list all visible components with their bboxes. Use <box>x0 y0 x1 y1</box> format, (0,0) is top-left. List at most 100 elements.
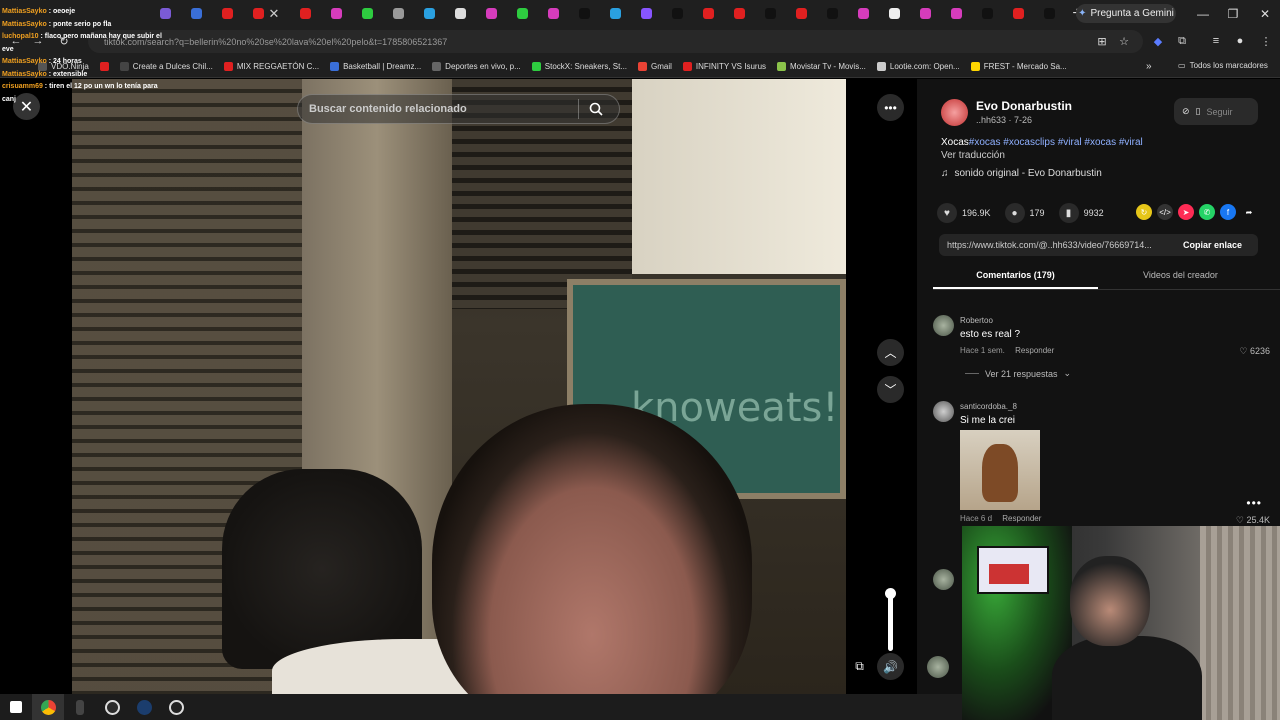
extension-shield-icon[interactable]: ◆ <box>1150 33 1166 49</box>
next-video-icon[interactable]: ﹀ <box>877 376 904 403</box>
all-bookmarks-button[interactable]: ▭ Todos los marcadores <box>1178 61 1268 70</box>
floating-player-icon[interactable]: ⧉ <box>846 653 873 680</box>
bookmark-item[interactable]: Gmail <box>638 62 672 71</box>
bookmark-item[interactable]: StockX: Sneakers, St... <box>531 62 627 71</box>
bookmark-item[interactable]: MIX REGGAETÓN C... <box>223 62 319 71</box>
bookmark-item[interactable]: Movistar Tv - Movis... <box>777 62 866 71</box>
volume-slider[interactable] <box>888 591 893 651</box>
related-search-input[interactable] <box>298 103 578 115</box>
reply-button[interactable]: Responder <box>1002 514 1041 523</box>
comment-username[interactable]: santicordoba._8 <box>960 402 1017 411</box>
bookmarks-more-icon[interactable]: » <box>1146 61 1152 72</box>
whatsapp-icon[interactable]: ✆ <box>1199 204 1215 220</box>
url-field[interactable]: tiktok.com/search?q=bellerin%20no%20se%2… <box>88 30 1143 53</box>
comment-button[interactable]: ● 179 <box>1004 203 1045 223</box>
current-user-avatar[interactable] <box>927 656 949 678</box>
taskbar <box>0 694 962 720</box>
previous-video-icon[interactable]: ︿ <box>877 339 904 366</box>
comment-more-icon[interactable]: ••• <box>1246 496 1262 510</box>
caption-hashtags[interactable]: #xocas #xocasclips #viral #xocas #viral <box>969 137 1143 148</box>
facebook-icon[interactable]: f <box>1220 204 1236 220</box>
bookmark-item[interactable]: Deportes en vivo, p... <box>432 62 521 71</box>
copy-link-button[interactable]: Copiar enlace <box>1171 240 1242 250</box>
bookmark-item[interactable]: INFINITY VS Isurus <box>682 62 766 71</box>
browser-tab[interactable] <box>631 0 662 27</box>
author-avatar[interactable] <box>941 99 968 126</box>
browser-tab[interactable] <box>569 0 600 27</box>
browser-tab[interactable] <box>941 0 972 27</box>
video-player[interactable]: knoweats! <box>72 79 846 694</box>
browser-tab[interactable] <box>910 0 941 27</box>
bookmark-item[interactable]: Basketball | Dreamz... <box>330 62 421 71</box>
send-icon[interactable]: ➤ <box>1178 204 1194 220</box>
comment-like-button[interactable]: ♡ 6236 <box>1239 346 1270 357</box>
browser-tab[interactable] <box>181 0 212 27</box>
minimize-icon[interactable]: — <box>1188 0 1218 27</box>
comment-like-button[interactable]: ♡ 25.4K <box>1236 515 1270 526</box>
profile-avatar-icon[interactable]: ● <box>1232 33 1248 49</box>
follow-button[interactable]: ⊘ ▯ Seguir <box>1174 98 1258 125</box>
browser-tab[interactable] <box>755 0 786 27</box>
comment-avatar[interactable] <box>933 401 954 422</box>
bookmark-star-icon[interactable]: ☆ <box>1116 33 1132 49</box>
game-launcher-icon[interactable] <box>160 694 192 720</box>
install-app-icon[interactable]: ⊞ <box>1094 33 1110 49</box>
browser-tab[interactable] <box>600 0 631 27</box>
browser-menu-icon[interactable]: ⋮ <box>1258 33 1274 49</box>
repost-icon[interactable]: ↻ <box>1136 204 1152 220</box>
browser-tab[interactable] <box>507 0 538 27</box>
sound-link[interactable]: ♫ sonido original - Evo Donarbustin <box>941 168 1102 179</box>
comment-avatar[interactable] <box>933 315 954 336</box>
media-control-icon[interactable]: ≡ <box>1208 33 1224 49</box>
steam-icon[interactable] <box>128 694 160 720</box>
tab-close-icon[interactable]: ✕ <box>266 0 282 27</box>
windows-start-icon[interactable] <box>0 694 32 720</box>
tab-creator-videos[interactable]: Videos del creador <box>1098 263 1263 289</box>
browser-tab[interactable] <box>414 0 445 27</box>
browser-tab[interactable] <box>662 0 693 27</box>
reply-button[interactable]: Responder <box>1015 346 1054 355</box>
save-button[interactable]: ▮ 9932 <box>1058 203 1104 223</box>
browser-tab[interactable] <box>879 0 910 27</box>
browser-tab[interactable] <box>848 0 879 27</box>
extensions-icon[interactable]: ⧉ <box>1174 33 1190 49</box>
browser-tab[interactable] <box>445 0 476 27</box>
close-window-icon[interactable]: ✕ <box>1250 0 1280 27</box>
browser-tab[interactable] <box>538 0 569 27</box>
tab-comments[interactable]: Comentarios (179) <box>933 263 1098 289</box>
speaker-icon[interactable]: 🔊 <box>877 653 904 680</box>
browser-tab[interactable] <box>972 0 1003 27</box>
browser-tab[interactable] <box>476 0 507 27</box>
author-name[interactable]: Evo Donarbustin <box>976 99 1072 113</box>
more-options-icon[interactable]: ••• <box>877 94 904 121</box>
volume-knob[interactable] <box>885 588 896 599</box>
video-link[interactable]: https://www.tiktok.com/@..hh633/video/76… <box>939 240 1171 250</box>
view-replies-button[interactable]: Ver 21 respuestas ⌄ <box>965 368 1071 379</box>
browser-tab[interactable] <box>786 0 817 27</box>
chrome-icon[interactable] <box>32 694 64 720</box>
browser-tab[interactable] <box>1003 0 1034 27</box>
gemini-button[interactable]: ✦ Pregunta a Gemini <box>1076 4 1176 23</box>
browser-tab[interactable] <box>1034 0 1065 27</box>
search-button[interactable] <box>579 94 613 124</box>
like-button[interactable]: ♥ 196.9K <box>937 203 991 223</box>
restore-icon[interactable]: ❐ <box>1218 0 1248 27</box>
browser-tab[interactable] <box>383 0 414 27</box>
browser-tab[interactable] <box>352 0 383 27</box>
obs-icon[interactable] <box>96 694 128 720</box>
bookmark-item[interactable]: FREST - Mercado Sa... <box>970 62 1067 71</box>
browser-tab[interactable] <box>693 0 724 27</box>
browser-tab[interactable] <box>321 0 352 27</box>
comment-username[interactable]: Robertoo <box>960 316 993 325</box>
browser-tab[interactable] <box>212 0 243 27</box>
share-arrow-icon[interactable]: ➦ <box>1241 204 1257 220</box>
comment-image[interactable] <box>960 430 1040 510</box>
browser-tab[interactable] <box>290 0 321 27</box>
translate-link[interactable]: Ver traducción <box>941 150 1005 161</box>
embed-icon[interactable]: </> <box>1157 204 1173 220</box>
app-pen-icon[interactable] <box>64 694 96 720</box>
browser-tab[interactable] <box>817 0 848 27</box>
comment-avatar[interactable] <box>933 569 954 590</box>
browser-tab[interactable] <box>724 0 755 27</box>
bookmark-item[interactable]: Lootie.com: Open... <box>876 62 960 71</box>
